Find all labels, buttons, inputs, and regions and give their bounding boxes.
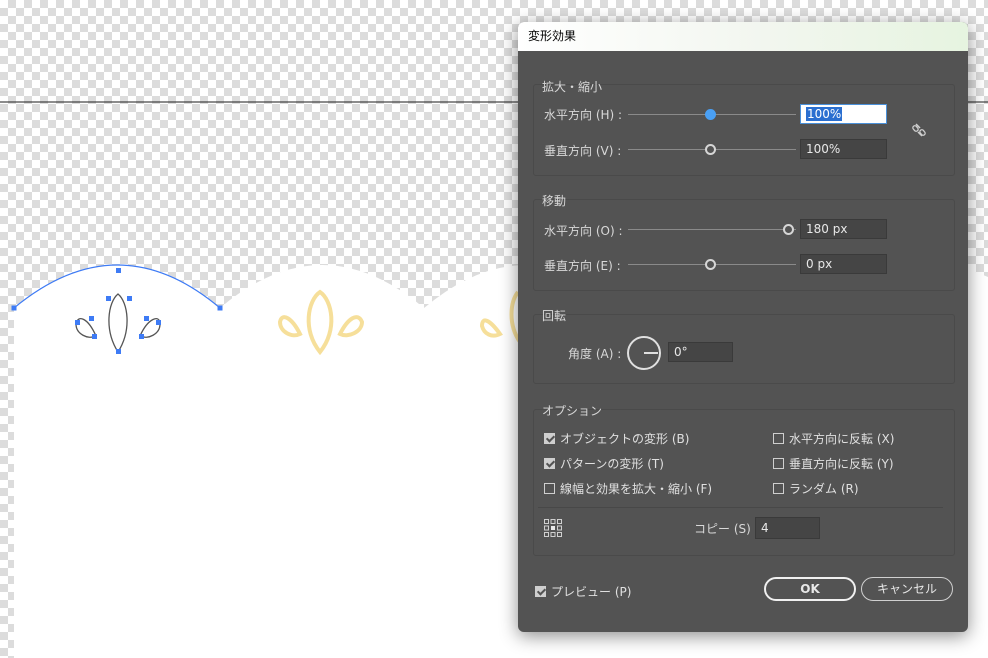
copies-label: コピー (S): [694, 522, 751, 536]
checkbox-unchecked: [773, 433, 784, 444]
random-checkbox[interactable]: ランダム (R): [773, 480, 859, 497]
transform-objects-checkbox[interactable]: オブジェクトの変形 (B): [544, 430, 689, 447]
angle-dial-icon[interactable]: [626, 335, 662, 371]
transform-patterns-checkbox[interactable]: パターンの変形 (T): [544, 455, 664, 472]
reflect-y-checkbox[interactable]: 垂直方向に反転 (Y): [773, 455, 894, 472]
reference-point-icon[interactable]: [543, 518, 563, 538]
scale-section-title: 拡大・縮小: [542, 80, 603, 94]
move-horizontal-slider[interactable]: [628, 229, 796, 230]
scale-horizontal-label: 水平方向 (H) :: [544, 108, 623, 122]
copies-input[interactable]: 4: [755, 517, 820, 539]
transform-effect-dialog: 変形効果 拡大・縮小 水平方向 (H) : 100% 垂直方向 (V) : 10…: [518, 22, 968, 632]
checkbox-unchecked: [773, 458, 784, 469]
rotate-angle-label: 角度 (A) :: [568, 347, 622, 361]
checkbox-unchecked: [773, 483, 784, 494]
move-section: [533, 199, 955, 291]
options-section-title: オプション: [542, 404, 603, 418]
cancel-button[interactable]: キャンセル: [861, 577, 953, 601]
scale-strokes-checkbox[interactable]: 線幅と効果を拡大・縮小 (F): [544, 480, 712, 497]
ok-button[interactable]: OK: [764, 577, 856, 601]
move-horizontal-slider-thumb[interactable]: [783, 224, 794, 235]
preview-checkbox[interactable]: プレビュー (P): [535, 583, 631, 600]
move-vertical-slider-thumb[interactable]: [705, 259, 716, 270]
checkbox-unchecked: [544, 483, 555, 494]
reflect-x-checkbox[interactable]: 水平方向に反転 (X): [773, 430, 894, 447]
link-icon[interactable]: [911, 122, 927, 138]
scale-vertical-input[interactable]: 100%: [800, 139, 887, 159]
options-divider: [538, 507, 943, 508]
move-vertical-label: 垂直方向 (E) :: [544, 259, 621, 273]
scale-vertical-slider-thumb[interactable]: [705, 144, 716, 155]
scale-section: [533, 84, 955, 176]
dialog-title: 変形効果: [528, 29, 577, 43]
scale-horizontal-slider-thumb[interactable]: [705, 109, 716, 120]
move-section-title: 移動: [542, 194, 567, 208]
scale-vertical-label: 垂直方向 (V) :: [544, 144, 622, 158]
checkbox-checked: [535, 586, 546, 597]
scale-horizontal-input[interactable]: 100%: [800, 104, 887, 124]
checkbox-checked: [544, 433, 555, 444]
move-vertical-input[interactable]: 0 px: [800, 254, 887, 274]
checkbox-checked: [544, 458, 555, 469]
dialog-titlebar[interactable]: 変形効果: [518, 22, 968, 51]
move-horizontal-label: 水平方向 (O) :: [544, 224, 623, 238]
move-horizontal-input[interactable]: 180 px: [800, 219, 887, 239]
rotate-section-title: 回転: [542, 309, 567, 323]
rotate-angle-input[interactable]: 0°: [668, 342, 733, 362]
